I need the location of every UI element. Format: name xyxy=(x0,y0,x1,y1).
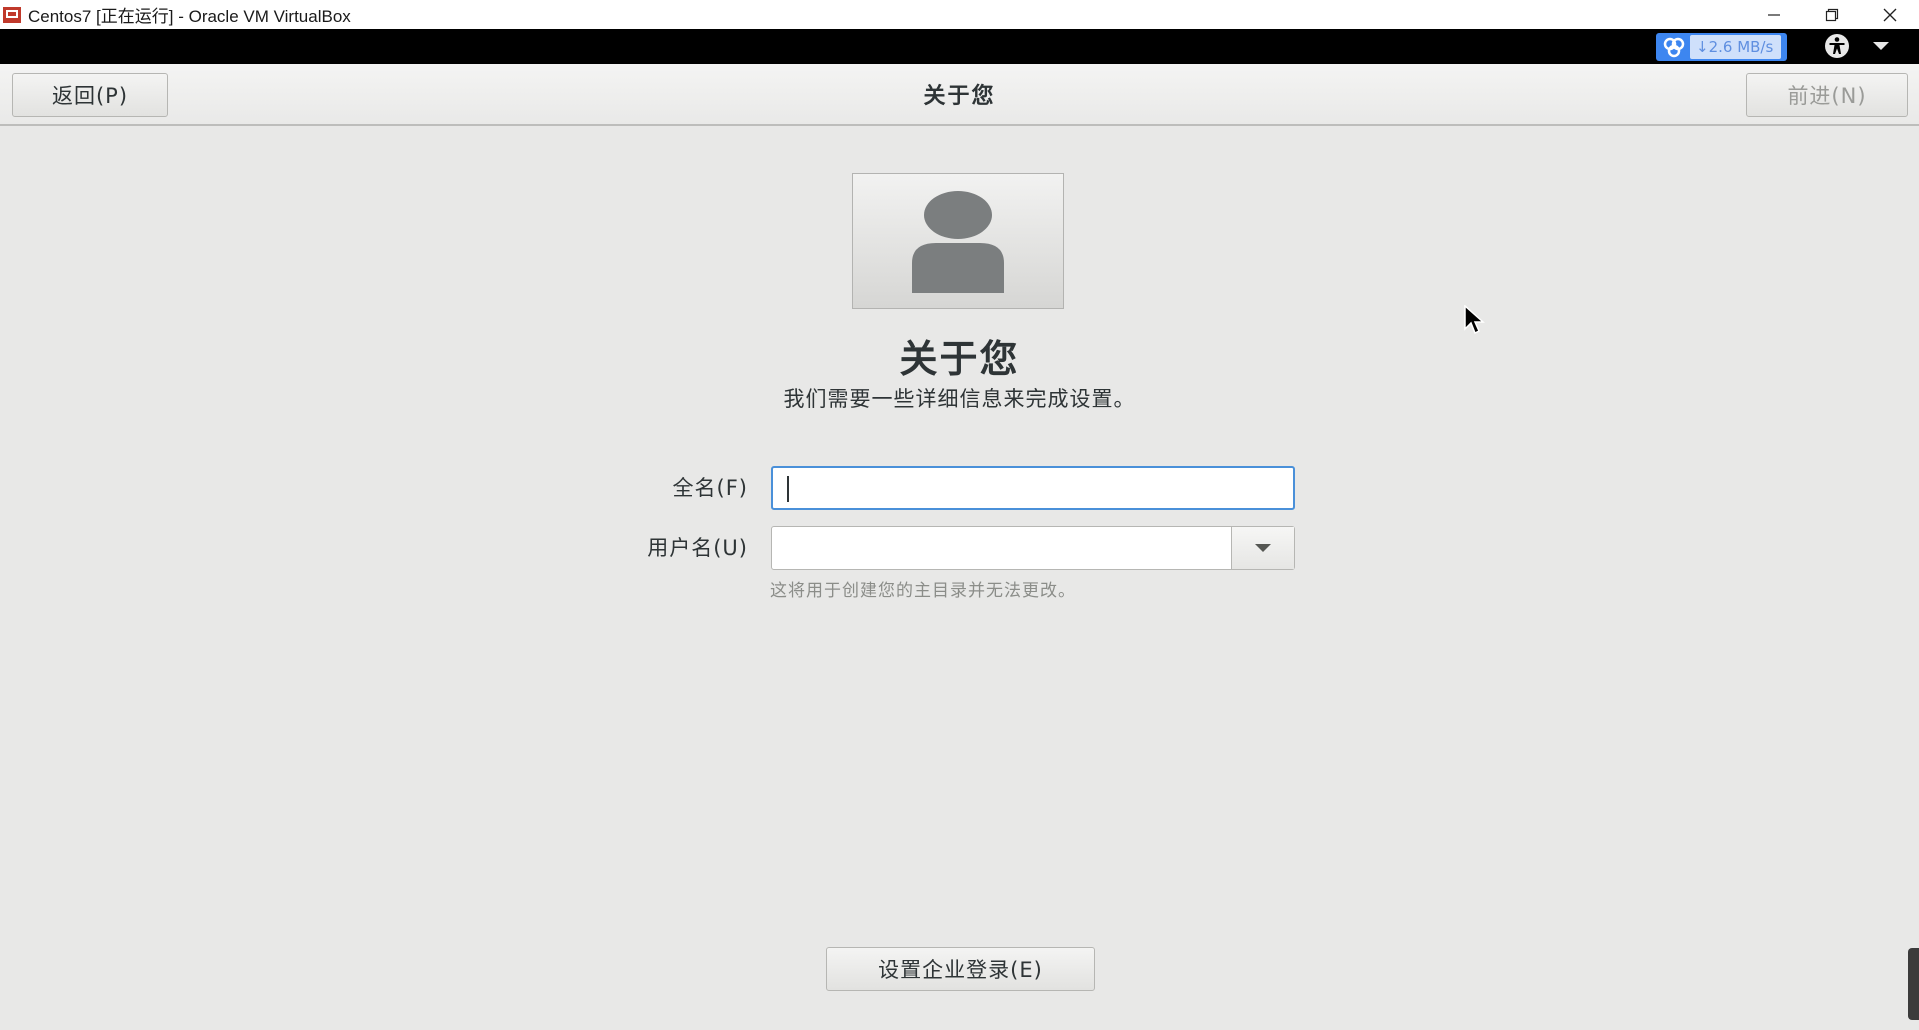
minimize-button[interactable] xyxy=(1745,0,1803,29)
fullname-label: 全名(F) xyxy=(672,476,748,500)
virtualbox-icon xyxy=(3,6,21,23)
page-subtitle: 我们需要一些详细信息来完成设置。 xyxy=(783,387,1136,411)
mouse-cursor-icon xyxy=(1464,305,1485,335)
username-label: 用户名(U) xyxy=(647,536,748,560)
scroll-handle[interactable] xyxy=(1908,948,1919,1020)
chevron-down-icon[interactable] xyxy=(1873,41,1889,51)
minimize-icon xyxy=(1768,13,1780,16)
restore-button[interactable] xyxy=(1803,0,1861,29)
restore-icon xyxy=(1825,8,1839,21)
network-speed-text: ↓2.6 MB/s xyxy=(1690,35,1782,59)
accessibility-icon[interactable] xyxy=(1823,32,1851,60)
username-combobox xyxy=(771,526,1295,570)
next-button[interactable]: 前进(N) xyxy=(1746,73,1908,117)
chevron-down-icon xyxy=(1255,544,1271,552)
network-speed-indicator[interactable]: ↓2.6 MB/s xyxy=(1656,33,1787,61)
window-titlebar: Centos7 [正在运行] - Oracle VM VirtualBox xyxy=(0,0,1919,29)
avatar-button[interactable] xyxy=(852,173,1064,309)
username-hint: 这将用于创建您的主目录并无法更改。 xyxy=(770,581,1076,601)
page-title: 关于您 xyxy=(899,337,1020,381)
user-avatar-icon xyxy=(912,191,1004,293)
fullname-input[interactable] xyxy=(771,466,1295,510)
network-activity-icon xyxy=(1663,37,1685,58)
window-title: Centos7 [正在运行] - Oracle VM VirtualBox xyxy=(28,7,351,26)
enterprise-login-button[interactable]: 设置企业登录(E) xyxy=(826,947,1095,991)
text-caret xyxy=(787,476,789,502)
gnome-top-bar: ↓2.6 MB/s xyxy=(0,29,1919,64)
close-button[interactable] xyxy=(1861,0,1919,29)
username-dropdown-button[interactable] xyxy=(1231,527,1294,569)
header-bar: 返回(P) 关于您 前进(N) xyxy=(0,64,1919,126)
username-input[interactable] xyxy=(772,527,1231,569)
header-title: 关于您 xyxy=(923,84,996,109)
close-icon xyxy=(1883,8,1897,21)
